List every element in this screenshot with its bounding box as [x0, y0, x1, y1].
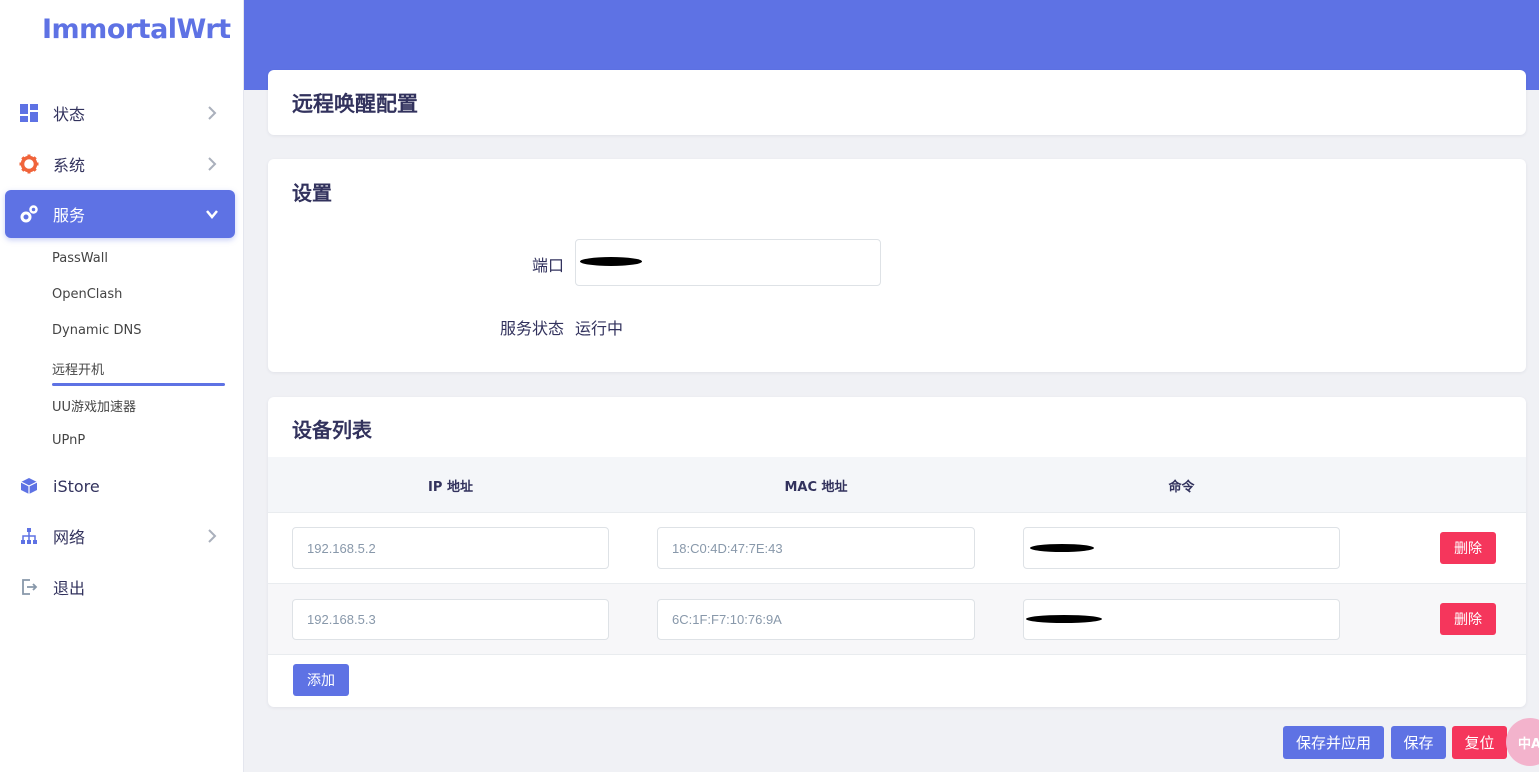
- sidebar-sub-openclash[interactable]: OpenClash: [52, 287, 122, 302]
- ip-input[interactable]: 192.168.5.2: [292, 527, 609, 569]
- page-title-card: 远程唤醒配置: [268, 70, 1526, 135]
- sidebar-sub-wake-on-lan[interactable]: 远程开机: [52, 359, 104, 378]
- save-apply-button[interactable]: 保存并应用: [1283, 726, 1384, 759]
- chevron-right-icon: [203, 104, 221, 122]
- device-list-card: 设备列表 IP 地址 MAC 地址 命令 192.168.5.2 18:C0:4…: [268, 397, 1526, 707]
- sidebar-item-label: 状态: [53, 105, 86, 124]
- sidebar-item-istore[interactable]: iStore: [5, 462, 235, 510]
- column-header-command: 命令: [1168, 480, 1195, 495]
- sidebar-item-logout[interactable]: 退出: [5, 563, 235, 611]
- logout-icon: [19, 577, 39, 597]
- reset-button[interactable]: 复位: [1452, 726, 1507, 759]
- sidebar-item-label: 系统: [53, 156, 86, 175]
- service-status-value: 运行中: [575, 319, 624, 338]
- service-status-label: 服务状态: [499, 319, 564, 338]
- port-label: 端口: [531, 256, 564, 275]
- sidebar-sub-upnp[interactable]: UPnP: [52, 433, 85, 448]
- redaction-mark: [1026, 615, 1102, 623]
- chevron-right-icon: [203, 527, 221, 545]
- delete-button[interactable]: 删除: [1440, 603, 1496, 635]
- delete-button[interactable]: 删除: [1440, 532, 1496, 564]
- chevron-down-icon: [203, 205, 221, 223]
- sidebar-item-label: 退出: [53, 579, 86, 598]
- redaction-mark: [1030, 544, 1094, 552]
- sidebar-item-system[interactable]: 系统: [5, 140, 235, 188]
- table-header: IP 地址 MAC 地址 命令: [268, 457, 1526, 513]
- cube-icon: [19, 476, 39, 496]
- sidebar-item-label: iStore: [53, 476, 100, 496]
- column-header-ip: IP 地址: [428, 480, 473, 495]
- table-row: 192.168.5.2 18:C0:4D:47:7E:43 删除: [268, 513, 1526, 584]
- mac-input[interactable]: 6C:1F:F7:10:76:9A: [657, 599, 975, 640]
- sitemap-icon: [19, 526, 39, 546]
- sidebar-item-label: 服务: [53, 206, 86, 225]
- table-row: 192.168.5.3 6C:1F:F7:10:76:9A 删除: [268, 584, 1526, 655]
- chevron-right-icon: [203, 155, 221, 173]
- gear-icon: [19, 154, 39, 174]
- device-list-title: 设备列表: [292, 418, 372, 442]
- sidebar-item-status[interactable]: 状态: [5, 89, 235, 137]
- settings-card: 设置 端口 服务状态 运行中: [268, 159, 1526, 372]
- column-header-mac: MAC 地址: [784, 480, 848, 495]
- sidebar-item-services[interactable]: 服务: [5, 190, 235, 238]
- sidebar-item-network[interactable]: 网络: [5, 512, 235, 560]
- mac-input[interactable]: 18:C0:4D:47:7E:43: [657, 527, 975, 569]
- language-toggle-badge[interactable]: 中A: [1506, 718, 1539, 766]
- sidebar: ImmortalWrt 状态 系统 服务 PassWall OpenClash …: [0, 0, 244, 772]
- save-button[interactable]: 保存: [1391, 726, 1446, 759]
- redaction-mark: [580, 257, 642, 266]
- sidebar-sub-dynamic-dns[interactable]: Dynamic DNS: [52, 323, 141, 338]
- sidebar-sub-passwall[interactable]: PassWall: [52, 251, 108, 266]
- brand-logo[interactable]: ImmortalWrt: [42, 14, 231, 45]
- gears-icon: [19, 204, 39, 224]
- current-sub-indicator: [52, 383, 225, 386]
- sidebar-item-label: 网络: [53, 528, 86, 547]
- add-button[interactable]: 添加: [293, 664, 349, 696]
- dashboard-icon: [19, 103, 39, 123]
- sidebar-sub-uu-accelerator[interactable]: UU游戏加速器: [52, 396, 136, 415]
- settings-title: 设置: [292, 181, 332, 205]
- page-title: 远程唤醒配置: [292, 92, 418, 116]
- ip-input[interactable]: 192.168.5.3: [292, 599, 609, 640]
